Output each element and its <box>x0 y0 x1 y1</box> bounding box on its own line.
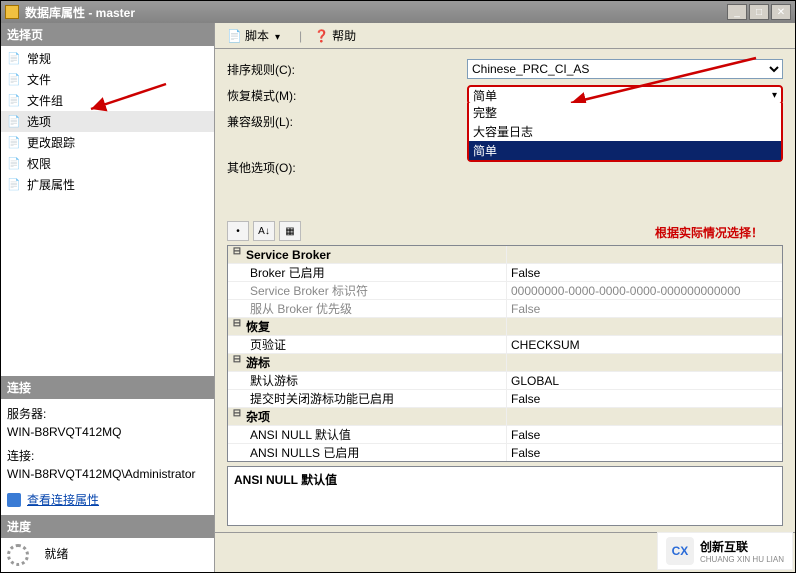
prop-value[interactable]: False <box>506 300 782 317</box>
page-icon: 📄 <box>7 178 21 192</box>
grid-sort-button-1[interactable]: • <box>227 221 249 241</box>
page-icon: 📄 <box>7 73 21 87</box>
prop-key: ANSI NULLS 已启用 <box>246 444 506 461</box>
main-panel: 脚本 | 帮助 排序规则(C): Chinese_PRC_CI_AS 恢复模式(… <box>215 23 795 572</box>
titlebar[interactable]: 数据库属性 - master _ □ ✕ <box>1 1 795 23</box>
page-icon: 📄 <box>7 52 21 66</box>
watermark-logo-icon: CX <box>666 537 694 565</box>
collapse-icon[interactable]: ⊟ <box>228 354 246 371</box>
collapse-icon[interactable]: ⊟ <box>228 318 246 335</box>
grid-category[interactable]: ⊟杂项 <box>228 408 782 426</box>
sidebar-header-select-page: 选择页 <box>1 23 214 46</box>
page-icon: 📄 <box>7 136 21 150</box>
compat-level-label: 兼容级别(L): <box>227 113 467 130</box>
progress-status: 就绪 <box>44 547 68 561</box>
prop-key: Service Broker 标识符 <box>246 282 506 299</box>
page-item-files[interactable]: 📄文件 <box>1 69 214 90</box>
grid-row[interactable]: Broker 已启用False <box>228 264 782 282</box>
page-item-options[interactable]: 📄选项 <box>1 111 214 132</box>
script-icon <box>227 29 241 43</box>
prop-key: 提交时关闭游标功能已启用 <box>246 390 506 407</box>
page-list: 📄常规 📄文件 📄文件组 📄选项 📄更改跟踪 📄权限 📄扩展属性 <box>1 46 214 197</box>
page-item-filegroups[interactable]: 📄文件组 <box>1 90 214 111</box>
watermark: CX 创新互联 CHUANG XIN HU LIAN <box>657 532 793 570</box>
prop-value[interactable]: False <box>506 264 782 281</box>
prop-value[interactable]: 00000000-0000-0000-0000-000000000000 <box>506 282 782 299</box>
page-item-permissions[interactable]: 📄权限 <box>1 153 214 174</box>
server-value: WIN-B8RVQT412MQ <box>7 423 208 441</box>
recovery-model-options: 完整 大容量日志 简单 <box>467 103 783 162</box>
grid-category[interactable]: ⊟恢复 <box>228 318 782 336</box>
sidebar-header-progress: 进度 <box>1 515 214 538</box>
grid-row[interactable]: ANSI NULL 默认值False <box>228 426 782 444</box>
grid-row[interactable]: 默认游标GLOBAL <box>228 372 782 390</box>
page-item-change-tracking[interactable]: 📄更改跟踪 <box>1 132 214 153</box>
page-icon: 📄 <box>7 115 21 129</box>
toolbar: 脚本 | 帮助 <box>215 23 795 49</box>
grid-category[interactable]: ⊟Service Broker <box>228 246 782 264</box>
recovery-model-select[interactable]: 简单 完整 大容量日志 简单 <box>467 85 783 105</box>
recovery-model-label: 恢复模式(M): <box>227 87 467 104</box>
prop-value[interactable]: False <box>506 444 782 461</box>
recovery-option-full[interactable]: 完整 <box>469 103 781 122</box>
grid-row[interactable]: Service Broker 标识符00000000-0000-0000-000… <box>228 282 782 300</box>
grid-category[interactable]: ⊟游标 <box>228 354 782 372</box>
page-item-general[interactable]: 📄常规 <box>1 48 214 69</box>
grid-view-button[interactable]: ▦ <box>279 221 301 241</box>
grid-row[interactable]: 服从 Broker 优先级False <box>228 300 782 318</box>
close-button[interactable]: ✕ <box>771 4 791 20</box>
maximize-button[interactable]: □ <box>749 4 769 20</box>
grid-sort-button-2[interactable]: A↓ <box>253 221 275 241</box>
other-options-label: 其他选项(O): <box>227 159 467 176</box>
prop-key: 服从 Broker 优先级 <box>246 300 506 317</box>
grid-row[interactable]: ANSI NULLS 已启用False <box>228 444 782 462</box>
dialog-window: 数据库属性 - master _ □ ✕ 选择页 📄常规 📄文件 📄文件组 📄选… <box>0 0 796 573</box>
progress-spinner-icon <box>7 544 29 566</box>
connection-properties-icon <box>7 493 21 507</box>
prop-key: 页验证 <box>246 336 506 353</box>
watermark-brand: 创新互联 <box>700 538 784 555</box>
page-icon: 📄 <box>7 94 21 108</box>
collapse-icon[interactable]: ⊟ <box>228 408 246 425</box>
grid-row[interactable]: 页验证CHECKSUM <box>228 336 782 354</box>
prop-key: ANSI NULL 默认值 <box>246 426 506 443</box>
sidebar-header-connection: 连接 <box>1 376 214 399</box>
server-label: 服务器: <box>7 405 208 423</box>
prop-value[interactable]: False <box>506 390 782 407</box>
help-icon <box>314 29 328 43</box>
sidebar: 选择页 📄常规 📄文件 📄文件组 📄选项 📄更改跟踪 📄权限 📄扩展属性 连接 … <box>1 23 215 572</box>
prop-value[interactable]: CHECKSUM <box>506 336 782 353</box>
watermark-sub: CHUANG XIN HU LIAN <box>700 555 784 564</box>
minimize-button[interactable]: _ <box>727 4 747 20</box>
page-icon: 📄 <box>7 157 21 171</box>
connection-info: 服务器: WIN-B8RVQT412MQ 连接: WIN-B8RVQT412MQ… <box>1 399 214 515</box>
connection-value: WIN-B8RVQT412MQ\Administrator <box>7 465 208 483</box>
annotation-text: 根据实际情况选择！ <box>655 224 763 241</box>
prop-value[interactable]: GLOBAL <box>506 372 782 389</box>
prop-value[interactable]: False <box>506 426 782 443</box>
property-description: ANSI NULL 默认值 <box>227 466 783 526</box>
prop-key: Broker 已启用 <box>246 264 506 281</box>
window-title: 数据库属性 - master <box>25 4 727 21</box>
connection-label: 连接: <box>7 447 208 465</box>
grid-row[interactable]: 提交时关闭游标功能已启用False <box>228 390 782 408</box>
recovery-option-simple[interactable]: 简单 <box>469 141 781 160</box>
view-connection-properties-link[interactable]: 查看连接属性 <box>27 491 99 509</box>
collapse-icon[interactable]: ⊟ <box>228 246 246 263</box>
recovery-option-bulk[interactable]: 大容量日志 <box>469 122 781 141</box>
database-icon <box>5 5 19 19</box>
progress-block: 就绪 <box>1 538 214 572</box>
prop-key: 默认游标 <box>246 372 506 389</box>
page-item-extended-properties[interactable]: 📄扩展属性 <box>1 174 214 195</box>
property-grid[interactable]: ⊟Service BrokerBroker 已启用FalseService Br… <box>227 245 783 462</box>
help-button[interactable]: 帮助 <box>308 25 362 46</box>
collation-label: 排序规则(C): <box>227 61 467 78</box>
script-button[interactable]: 脚本 <box>221 25 293 46</box>
collation-select[interactable]: Chinese_PRC_CI_AS <box>467 59 783 79</box>
dropdown-icon <box>273 29 287 43</box>
